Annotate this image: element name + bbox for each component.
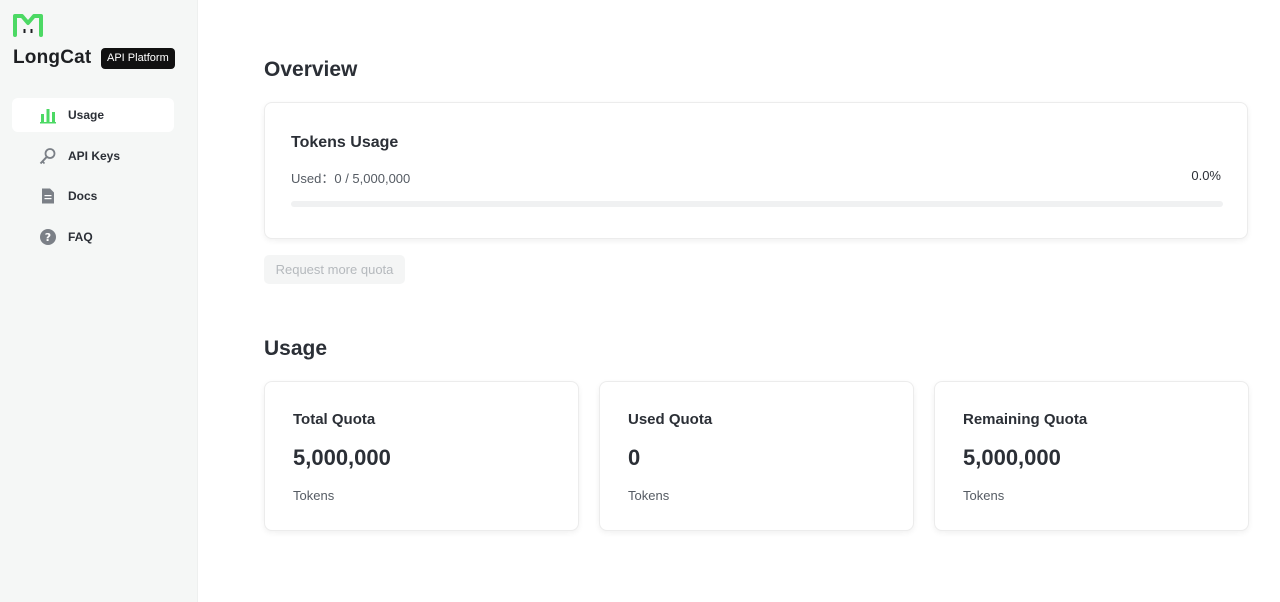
sidebar-nav: Usage API Keys Docs ? FAQ [12,98,174,260]
sidebar-item-label: API Keys [68,148,121,163]
usage-title: Usage [264,337,328,360]
stat-value: 5,000,000 [293,445,391,470]
sidebar: LongCat API Platform Usage API Keys Docs… [0,0,198,602]
brand-name: LongCat [13,47,92,68]
bar-chart-icon [40,109,56,124]
used-quota-card: Used Quota 0 Tokens [599,381,914,531]
stat-unit: Tokens [293,488,335,503]
overview-title: Overview [264,58,358,81]
used-percent: 0.0% [1191,168,1221,183]
stat-title: Remaining Quota [963,411,1088,428]
document-icon [42,188,54,204]
stat-value: 5,000,000 [963,445,1061,470]
sidebar-item-label: Docs [68,189,98,203]
used-text: Used：0 / 5,000,000 [291,168,410,187]
stat-title: Total Quota [293,411,376,428]
tokens-progress-bar [291,201,1223,207]
stat-value: 0 [628,445,641,470]
svg-text:?: ? [45,231,51,244]
longcat-logo-icon[interactable] [12,13,44,37]
sidebar-item-docs[interactable]: Docs [12,179,174,213]
sidebar-item-usage[interactable]: Usage [12,98,174,132]
used-label: Used： [291,171,335,186]
question-icon: ? [40,228,56,245]
sidebar-item-api-keys[interactable]: API Keys [12,139,174,173]
sidebar-item-faq[interactable]: ? FAQ [12,220,174,254]
total-quota-card: Total Quota 5,000,000 Tokens [264,381,579,531]
used-value: 0 / 5,000,000 [334,171,411,186]
sidebar-item-label: FAQ [68,229,93,244]
key-icon [39,147,56,164]
stat-title: Used Quota [628,411,713,428]
tokens-usage-card: Tokens Usage Used：0 / 5,000,000 0.0% [264,102,1248,239]
brand-badge: API Platform [101,48,175,69]
request-more-quota-button[interactable]: Request more quota [264,255,405,284]
main-content: Overview Tokens Usage Used：0 / 5,000,000… [198,0,1280,602]
tokens-usage-title: Tokens Usage [291,134,399,151]
stat-unit: Tokens [628,488,670,503]
sidebar-item-label: Usage [68,108,105,122]
stat-unit: Tokens [963,488,1005,503]
remaining-quota-card: Remaining Quota 5,000,000 Tokens [934,381,1249,531]
